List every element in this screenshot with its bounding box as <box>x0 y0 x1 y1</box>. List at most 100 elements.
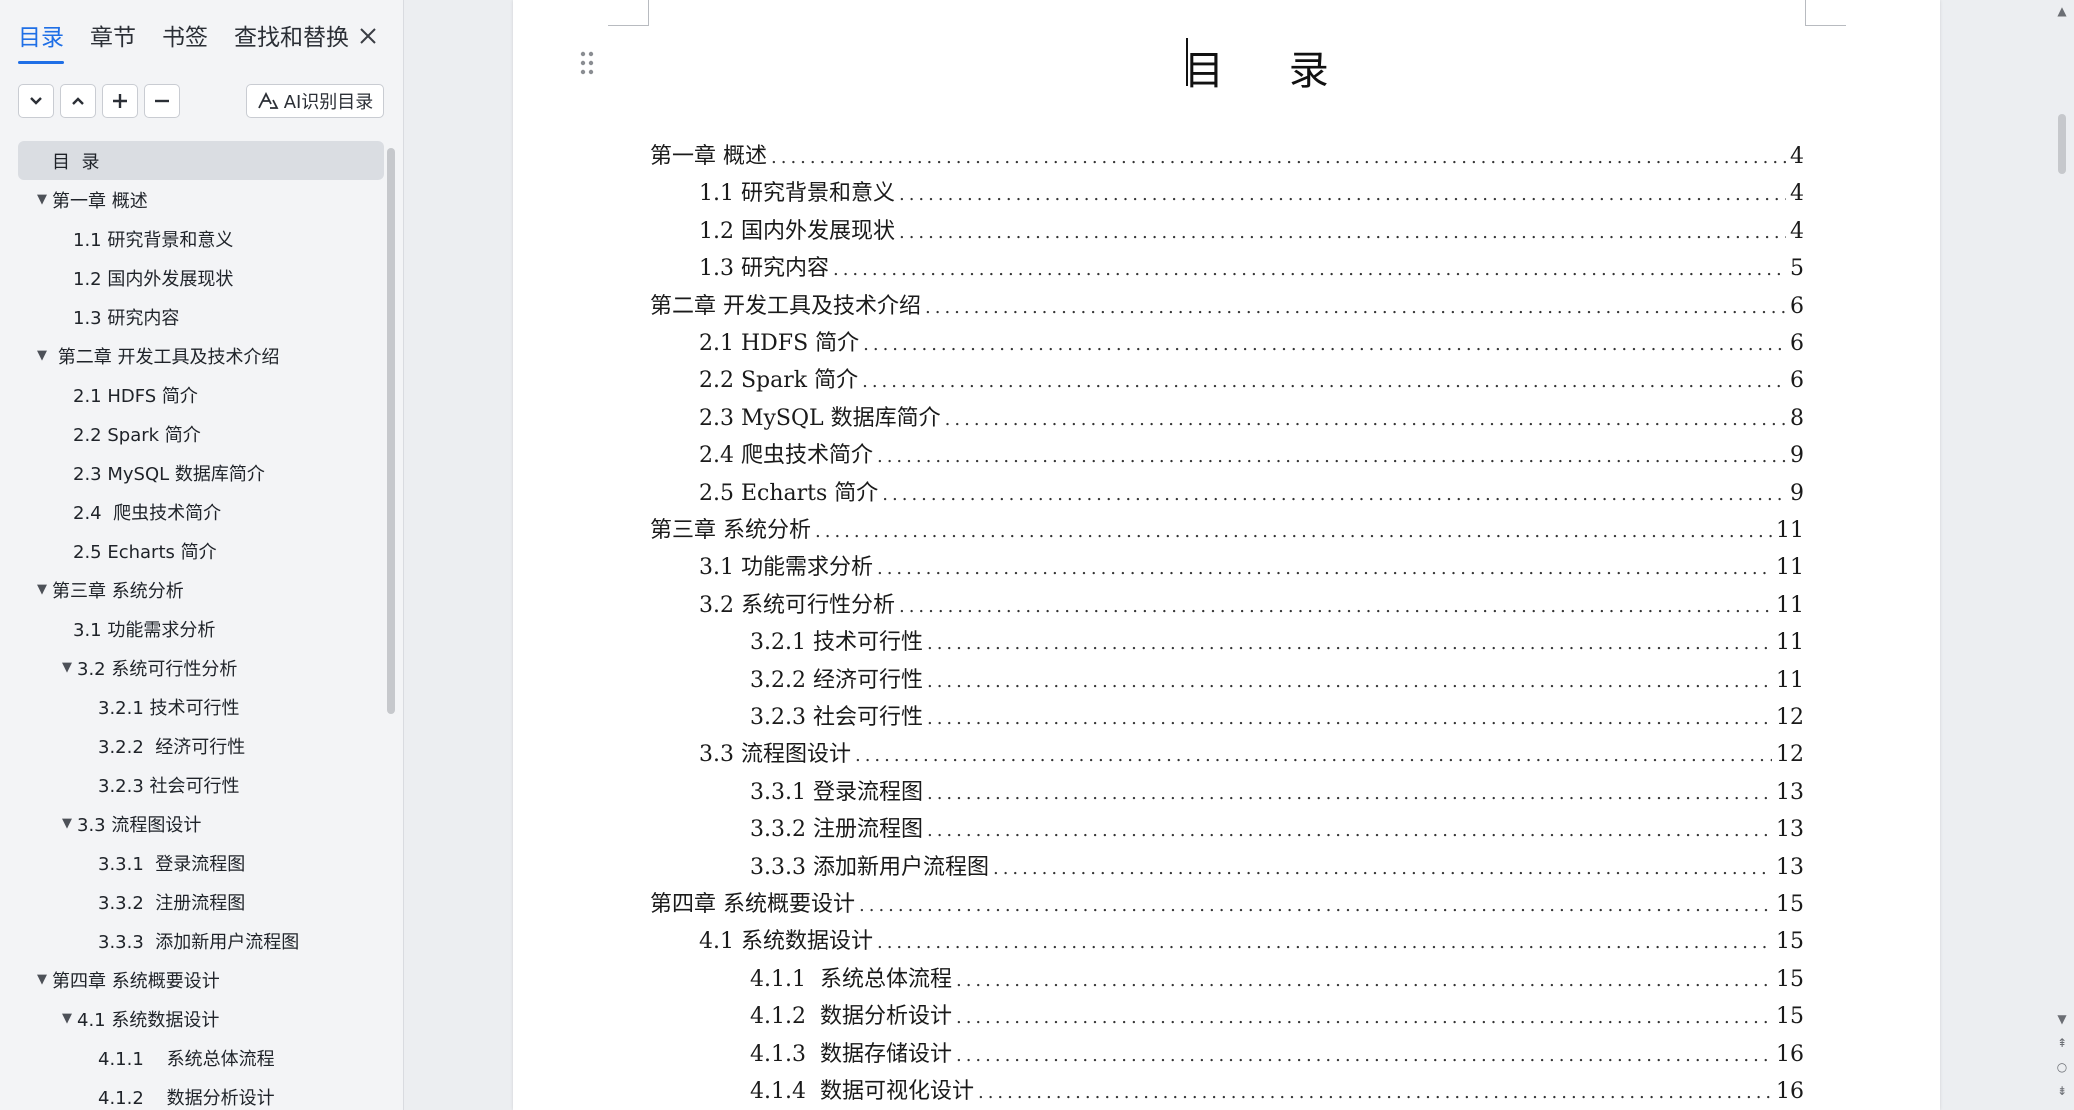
toc-tree-label: 3.2.3 社会可行性 <box>98 775 240 797</box>
toc-leader-dots <box>771 147 1786 168</box>
toc-entry[interactable]: 3.3 流程图设计 12 <box>699 736 1804 773</box>
toc-entry-page: 11 <box>1776 630 1804 656</box>
toc-entry[interactable]: 2.2 Spark 简介 6 <box>699 362 1804 399</box>
toc-tree-item[interactable]: ▼ 3.3 流程图设计 <box>18 804 384 843</box>
toc-tree-item[interactable]: ▼ 第四章 系统概要设计 <box>18 960 384 999</box>
toc-entry-page: 4 <box>1790 181 1804 207</box>
toc-tree-item[interactable]: 2.2 Spark 简介 <box>18 414 384 453</box>
toc-entry[interactable]: 3.2.2 经济可行性 11 <box>750 662 1804 699</box>
document-scrollbar[interactable]: ▲ ▼ ⇞ ○ ⇟ <box>2050 0 2074 1110</box>
toc-tree-item[interactable]: ▼ 4.1 系统数据设计 <box>18 999 384 1038</box>
toc-tree: 目 录 ▼ 第一章 概述 1.1 研究背景和意义 1.2 国内外发展现状 1.3 研究内容… <box>18 141 384 1110</box>
tab-find-replace[interactable]: 查找和替换 <box>234 20 349 56</box>
toc-tree-item[interactable]: 1.1 研究背景和意义 <box>18 219 384 258</box>
tab-chapters[interactable]: 章节 <box>90 20 136 56</box>
toc-tree-item[interactable]: 目 录 <box>18 141 384 180</box>
toc-entry[interactable]: 第三章 系统分析 11 <box>650 512 1804 549</box>
toc-tree-item[interactable]: ▼ 3.2 系统可行性分析 <box>18 648 384 687</box>
toc-entry[interactable]: 3.3.3 添加新用户流程图 13 <box>750 849 1804 886</box>
page-corner-mark <box>608 0 649 26</box>
toc-entry[interactable]: 第一章 概述 4 <box>650 138 1804 175</box>
tab-bookmarks[interactable]: 书签 <box>162 20 208 56</box>
scroll-thumb[interactable] <box>2058 114 2066 174</box>
toc-tree-label: 目 录 <box>52 151 100 173</box>
expand-arrow-icon[interactable]: ▼ <box>57 660 77 675</box>
select-browse-icon[interactable]: ○ <box>2054 1060 2070 1074</box>
collapse-down-icon <box>30 97 42 105</box>
drag-handle-icon[interactable] <box>578 50 596 76</box>
toc-entry-text: 4.1.3 数据存储设计 <box>750 1041 952 1067</box>
toc-entry[interactable]: 4.1.4 数据可视化设计 16 <box>750 1073 1804 1110</box>
toc-entry-text: 3.3 流程图设计 <box>699 742 851 768</box>
toc-entry[interactable]: 1.1 研究背景和意义 4 <box>699 175 1804 212</box>
toc-leader-dots <box>855 745 1772 766</box>
toc-tree-item[interactable]: 4.1.1 系统总体流程 <box>18 1038 384 1077</box>
plus-icon <box>113 94 127 108</box>
toc-tree-item[interactable]: 3.3.1 登录流程图 <box>18 843 384 882</box>
promote-button[interactable] <box>102 84 138 118</box>
toc-entry[interactable]: 1.3 研究内容 5 <box>699 250 1804 287</box>
toc-entry[interactable]: 3.3.1 登录流程图 13 <box>750 774 1804 811</box>
expand-button[interactable] <box>60 84 96 118</box>
toc-entry[interactable]: 1.2 国内外发展现状 4 <box>699 213 1804 250</box>
toc-tree-item[interactable]: 2.3 MySQL 数据库简介 <box>18 453 384 492</box>
toc-tree-item[interactable]: 3.2.1 技术可行性 <box>18 687 384 726</box>
toc-entry-text: 3.3.3 添加新用户流程图 <box>750 854 989 880</box>
toc-entry[interactable]: 4.1.3 数据存储设计 16 <box>750 1036 1804 1073</box>
tab-toc[interactable]: 目录 <box>18 20 64 64</box>
next-page-icon[interactable]: ⇟ <box>2054 1084 2070 1098</box>
toc-entry[interactable]: 2.1 HDFS 简介 6 <box>699 325 1804 362</box>
toc-entry-page: 9 <box>1790 443 1804 469</box>
toc-tree-item[interactable]: 3.3.3 添加新用户流程图 <box>18 921 384 960</box>
toc-tree-item[interactable]: 2.4 爬虫技术简介 <box>18 492 384 531</box>
toc-entry[interactable]: 3.2 系统可行性分析 11 <box>699 587 1804 624</box>
expand-arrow-icon[interactable]: ▼ <box>32 972 52 987</box>
document-title[interactable]: 目 录 <box>1184 38 1355 96</box>
expand-arrow-icon[interactable]: ▼ <box>32 348 52 363</box>
toc-entry[interactable]: 4.1 系统数据设计 15 <box>699 923 1804 960</box>
toc-tree-item[interactable]: ▼ 第三章 系统分析 <box>18 570 384 609</box>
scroll-up-icon[interactable]: ▲ <box>2054 4 2070 18</box>
prev-page-icon[interactable]: ⇞ <box>2054 1036 2070 1050</box>
toc-entry[interactable]: 第四章 系统概要设计 15 <box>650 886 1804 923</box>
toc-tree-item[interactable]: ▼ 第一章 概述 <box>18 180 384 219</box>
collapse-button[interactable] <box>18 84 54 118</box>
toc-entry[interactable]: 4.1.2 数据分析设计 15 <box>750 998 1804 1035</box>
expand-arrow-icon[interactable]: ▼ <box>57 816 77 831</box>
toc-tree-item[interactable]: 1.2 国内外发展现状 <box>18 258 384 297</box>
toc-leader-dots <box>927 708 1772 729</box>
toc-entry-page: 15 <box>1776 1004 1804 1030</box>
toc-entry[interactable]: 3.3.2 注册流程图 13 <box>750 811 1804 848</box>
toc-tree-item[interactable]: ▼ 第二章 开发工具及技术介绍 <box>18 336 384 375</box>
toc-entry[interactable]: 3.2.1 技术可行性 11 <box>750 624 1804 661</box>
close-pane-button[interactable] <box>350 18 386 54</box>
toc-entry-text: 2.1 HDFS 简介 <box>699 331 860 356</box>
toc-entry[interactable]: 3.1 功能需求分析 11 <box>699 549 1804 586</box>
toc-entry-text: 4.1.1 系统总体流程 <box>750 966 952 992</box>
toc-leader-dots <box>978 1082 1772 1103</box>
expand-arrow-icon[interactable]: ▼ <box>32 582 52 597</box>
toc-entry-text: 3.2 系统可行性分析 <box>699 592 895 618</box>
toc-tree-item[interactable]: 3.1 功能需求分析 <box>18 609 384 648</box>
toc-leader-dots <box>899 184 1786 205</box>
toc-tree-item[interactable]: 2.5 Echarts 简介 <box>18 531 384 570</box>
ai-recognize-toc-button[interactable]: AI识别目录 <box>246 84 384 118</box>
toc-entry[interactable]: 4.1.1 系统总体流程 15 <box>750 961 1804 998</box>
toc-tree-item[interactable]: 1.3 研究内容 <box>18 297 384 336</box>
expand-arrow-icon[interactable]: ▼ <box>32 192 52 207</box>
nav-scrollbar[interactable] <box>387 148 395 714</box>
toc-entry[interactable]: 3.2.3 社会可行性 12 <box>750 699 1804 736</box>
scroll-down-icon[interactable]: ▼ <box>2054 1012 2070 1026</box>
toc-entry[interactable]: 第二章 开发工具及技术介绍 6 <box>650 288 1804 325</box>
toc-tree-item[interactable]: 4.1.2 数据分析设计 <box>18 1077 384 1110</box>
demote-button[interactable] <box>144 84 180 118</box>
toc-tree-item[interactable]: 2.1 HDFS 简介 <box>18 375 384 414</box>
toc-entry-page: 4 <box>1790 144 1804 169</box>
toc-entry[interactable]: 2.4 爬虫技术简介 9 <box>699 437 1804 474</box>
toc-entry[interactable]: 2.3 MySQL 数据库简介 8 <box>699 400 1804 437</box>
toc-entry[interactable]: 2.5 Echarts 简介 9 <box>699 475 1804 512</box>
toc-tree-item[interactable]: 3.3.2 注册流程图 <box>18 882 384 921</box>
expand-arrow-icon[interactable]: ▼ <box>57 1011 77 1026</box>
toc-tree-item[interactable]: 3.2.2 经济可行性 <box>18 726 384 765</box>
toc-tree-item[interactable]: 3.2.3 社会可行性 <box>18 765 384 804</box>
